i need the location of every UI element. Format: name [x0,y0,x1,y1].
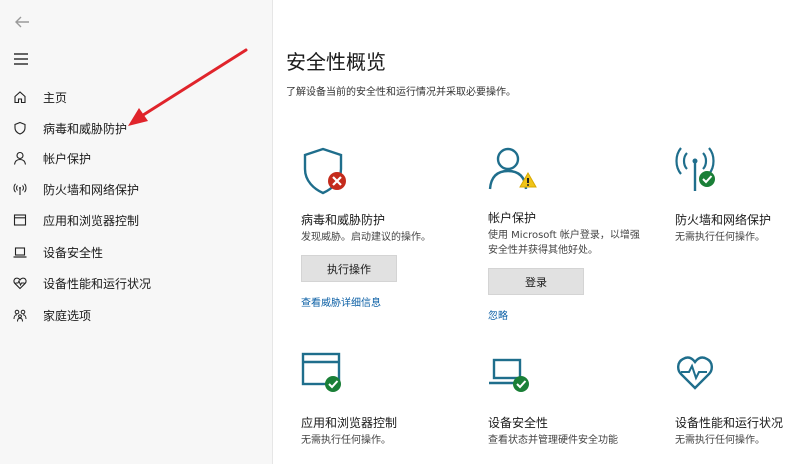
main-content: 安全性概览 了解设备当前的安全性和运行情况并采取必要操作。 病毒和威胁防护 发现… [272,0,786,464]
sidebar: 主页 病毒和威胁防护 帐户保护 防火墙和网络保护 应用和浏览器控制 设备安全性 [0,0,273,464]
card-description: 查看状态并管理硬件安全功能 [488,435,618,446]
laptop-icon [13,245,27,259]
card-description: 无需执行任何操作。 [675,435,765,446]
person-icon [13,151,27,165]
card-description: 安全性并获得其他好处。 [488,245,598,256]
view-threat-details-link[interactable]: 查看威胁详细信息 [301,294,431,309]
page-subtitle: 了解设备当前的安全性和运行情况并采取必要操作。 [286,87,516,98]
heart-pulse-ok-icon [677,356,713,390]
sidebar-item-label: 防火墙和网络保护 [43,182,140,197]
hamburger-menu-icon[interactable] [12,51,32,67]
back-arrow-icon[interactable] [12,12,32,32]
sidebar-item-label: 主页 [43,90,68,105]
card-title: 防火墙和网络保护 [675,213,772,227]
card-title: 病毒和威胁防护 [301,213,386,227]
sidebar-item-virus-protection[interactable]: 病毒和威胁防护 [0,114,272,142]
card-description: 无需执行任何操作。 [301,435,391,446]
card-description: 使用 Microsoft 帐户登录，以增强 [488,230,640,241]
card-description: 无需执行任何操作。 [675,232,765,243]
sidebar-item-home[interactable]: 主页 [0,83,272,111]
heart-pulse-icon [13,276,27,290]
laptop-ok-icon [489,358,529,392]
app-window-icon [13,213,27,227]
page-title: 安全性概览 [286,50,386,74]
card-title: 应用和浏览器控制 [301,416,398,430]
card-virus-protection: 病毒和威胁防护 发现威胁。启动建议的操作。 执行操作 查看威胁详细信息 [301,145,431,309]
card-device-performance: 设备性能和运行状况 无需执行任何操作。 [675,348,783,448]
card-app-browser-control: 应用和浏览器控制 无需执行任何操作。 [301,348,397,448]
sidebar-item-label: 病毒和威胁防护 [43,121,128,136]
card-description: 发现威胁。启动建议的操作。 [301,232,431,243]
wifi-antenna-icon [13,182,27,196]
card-title: 设备性能和运行状况 [675,416,784,430]
shield-icon [13,121,27,135]
sidebar-item-label: 设备性能和运行状况 [43,276,152,291]
antenna-ok-icon [675,147,715,191]
sidebar-item-device-performance[interactable]: 设备性能和运行状况 [0,269,272,297]
sidebar-item-label: 设备安全性 [43,245,104,260]
dismiss-link[interactable]: 忽略 [488,307,640,322]
family-icon [13,308,27,322]
sidebar-item-device-security[interactable]: 设备安全性 [0,238,272,266]
person-warning-icon [488,147,537,190]
take-action-button[interactable]: 执行操作 [301,255,397,282]
sidebar-item-app-browser-control[interactable]: 应用和浏览器控制 [0,206,272,234]
shield-error-icon [303,147,346,195]
sidebar-item-firewall[interactable]: 防火墙和网络保护 [0,175,272,203]
card-title: 帐户保护 [488,211,537,225]
sidebar-item-label: 家庭选项 [43,308,92,323]
app-window-ok-icon [301,352,341,392]
sign-in-button[interactable]: 登录 [488,268,584,295]
card-firewall: 防火墙和网络保护 无需执行任何操作。 [675,145,771,245]
card-title: 设备安全性 [488,416,549,430]
sidebar-item-label: 应用和浏览器控制 [43,213,140,228]
card-account-protection: 帐户保护 使用 Microsoft 帐户登录，以增强 安全性并获得其他好处。 登… [488,143,640,322]
home-icon [13,90,27,104]
sidebar-item-account-protection[interactable]: 帐户保护 [0,144,272,172]
card-device-security: 设备安全性 查看状态并管理硬件安全功能 [488,348,618,448]
sidebar-item-label: 帐户保护 [43,151,92,166]
sidebar-item-family-options[interactable]: 家庭选项 [0,301,272,329]
